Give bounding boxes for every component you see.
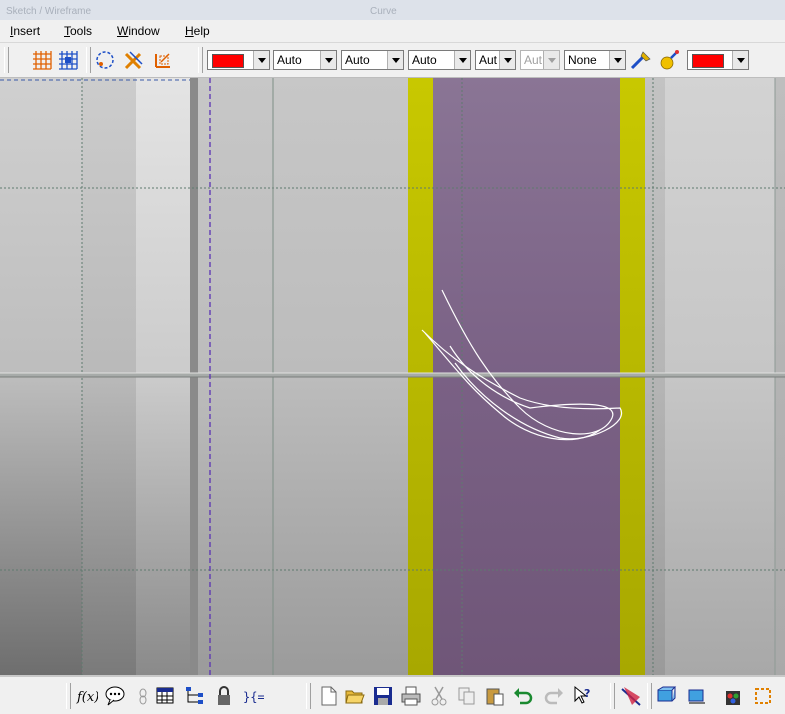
- toolbar-grip[interactable]: [66, 683, 71, 709]
- linetype-combo[interactable]: Auto: [273, 50, 337, 70]
- 3d-viewport[interactable]: [0, 78, 785, 675]
- comment-icon[interactable]: [104, 685, 126, 707]
- line-color-picker[interactable]: [687, 50, 749, 70]
- measure-icon[interactable]: [620, 685, 642, 707]
- layer-combo[interactable]: Aut: [475, 50, 516, 70]
- hide-show-icon[interactable]: [122, 48, 146, 72]
- redo-icon[interactable]: [543, 685, 565, 707]
- menu-window[interactable]: Window: [117, 24, 160, 38]
- formula-icon[interactable]: f(x): [76, 685, 98, 707]
- fill-color-swatch: [212, 54, 244, 68]
- knowledge-icon[interactable]: [132, 685, 154, 707]
- tree-icon[interactable]: [184, 685, 206, 707]
- thickness-value: Auto: [345, 53, 370, 67]
- toolbar-grip[interactable]: [647, 683, 652, 709]
- render-style-combo[interactable]: None: [564, 50, 626, 70]
- linetype-value: Auto: [277, 53, 302, 67]
- snap-grid-icon[interactable]: [56, 48, 80, 72]
- chevron-down-icon[interactable]: [387, 51, 403, 69]
- point-symbol-combo[interactable]: Auto: [408, 50, 471, 70]
- window-title: Sketch / Wireframe: [6, 6, 92, 17]
- menu-window-accel: W: [117, 24, 129, 38]
- open-folder-icon[interactable]: [344, 685, 366, 707]
- table-icon[interactable]: [155, 685, 177, 707]
- painter-icon[interactable]: [629, 48, 653, 72]
- lock-icon[interactable]: [213, 685, 235, 707]
- render-icon[interactable]: [657, 48, 681, 72]
- toolbar-grip[interactable]: [4, 47, 9, 73]
- fill-color-picker[interactable]: [207, 50, 270, 70]
- menu-insert-label: nsert: [13, 24, 41, 38]
- toolbar-grip[interactable]: [198, 47, 203, 73]
- sketch-circle-icon[interactable]: [93, 48, 117, 72]
- chevron-down-icon[interactable]: [253, 51, 269, 69]
- paste-icon[interactable]: [484, 685, 506, 707]
- toolbar-grip[interactable]: [86, 47, 91, 73]
- parameter-icon[interactable]: }{=: [242, 685, 264, 707]
- chevron-down-icon[interactable]: [320, 51, 336, 69]
- svg-text:?: ?: [584, 687, 590, 700]
- viewport-overlay: [0, 78, 785, 675]
- menu-insert[interactable]: Insert: [10, 24, 40, 38]
- copy-icon[interactable]: [456, 685, 478, 707]
- chevron-down-icon[interactable]: [732, 51, 748, 69]
- new-file-icon[interactable]: [318, 685, 340, 707]
- thickness-combo[interactable]: Auto: [341, 50, 404, 70]
- view2-icon[interactable]: [686, 685, 708, 707]
- grid-icon[interactable]: [30, 48, 54, 72]
- view-icon[interactable]: [655, 685, 677, 707]
- layer-value: Aut: [479, 53, 498, 67]
- menu-window-label: indow: [128, 24, 160, 38]
- menu-tools-label: ools: [70, 24, 93, 38]
- chevron-down-icon[interactable]: [499, 51, 515, 69]
- apply-material-icon[interactable]: [722, 685, 744, 707]
- help-cursor-icon[interactable]: ?: [572, 685, 594, 707]
- menu-help[interactable]: Help: [185, 24, 210, 38]
- fit-icon[interactable]: [752, 685, 774, 707]
- menu-tools[interactable]: Tools: [64, 24, 92, 38]
- chevron-down-icon: [543, 51, 559, 69]
- save-icon[interactable]: [372, 685, 394, 707]
- toolbar-grip[interactable]: [306, 683, 311, 709]
- window-title-center: Curve: [370, 6, 397, 17]
- transparency-combo: Aut: [520, 50, 560, 70]
- svg-text:f(x): f(x): [76, 690, 98, 705]
- render-style-value: None: [568, 53, 597, 67]
- print-icon[interactable]: [400, 685, 422, 707]
- point-symbol-value: Auto: [412, 53, 437, 67]
- chevron-down-icon[interactable]: [609, 51, 625, 69]
- chevron-down-icon[interactable]: [454, 51, 470, 69]
- toolbar: Auto Auto Auto Aut Aut None: [0, 43, 785, 78]
- menu-help-label: elp: [193, 24, 210, 38]
- axis-icon[interactable]: [151, 48, 175, 72]
- window-title-bar: Sketch / Wireframe Curve: [0, 0, 785, 20]
- menu-bar: Insert Tools Window Help: [0, 20, 785, 43]
- undo-icon[interactable]: [512, 685, 534, 707]
- svg-text:}{=: }{=: [243, 690, 264, 704]
- line-color-swatch: [692, 54, 724, 68]
- bottom-toolbar: f(x) }{= ?: [0, 676, 785, 714]
- toolbar-grip[interactable]: [610, 683, 615, 709]
- cut-icon[interactable]: [428, 685, 450, 707]
- menu-help-accel: H: [185, 24, 194, 38]
